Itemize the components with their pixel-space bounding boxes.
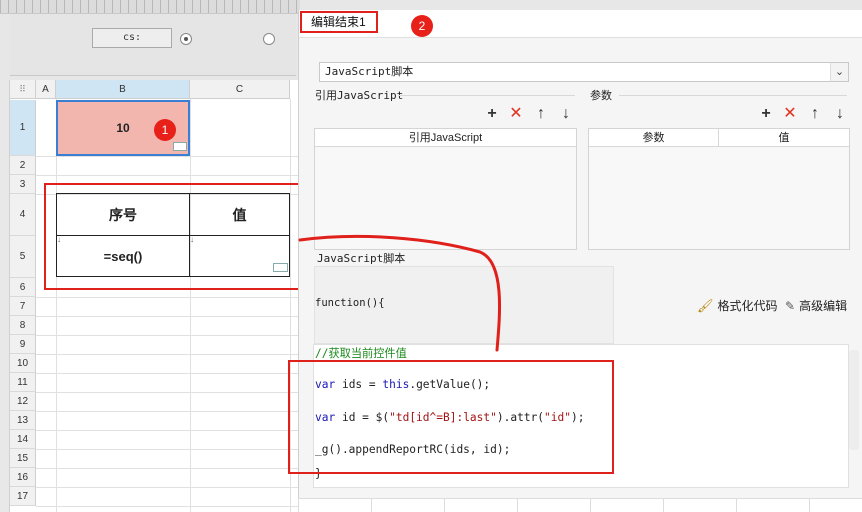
annotation-connector (298, 234, 502, 352)
